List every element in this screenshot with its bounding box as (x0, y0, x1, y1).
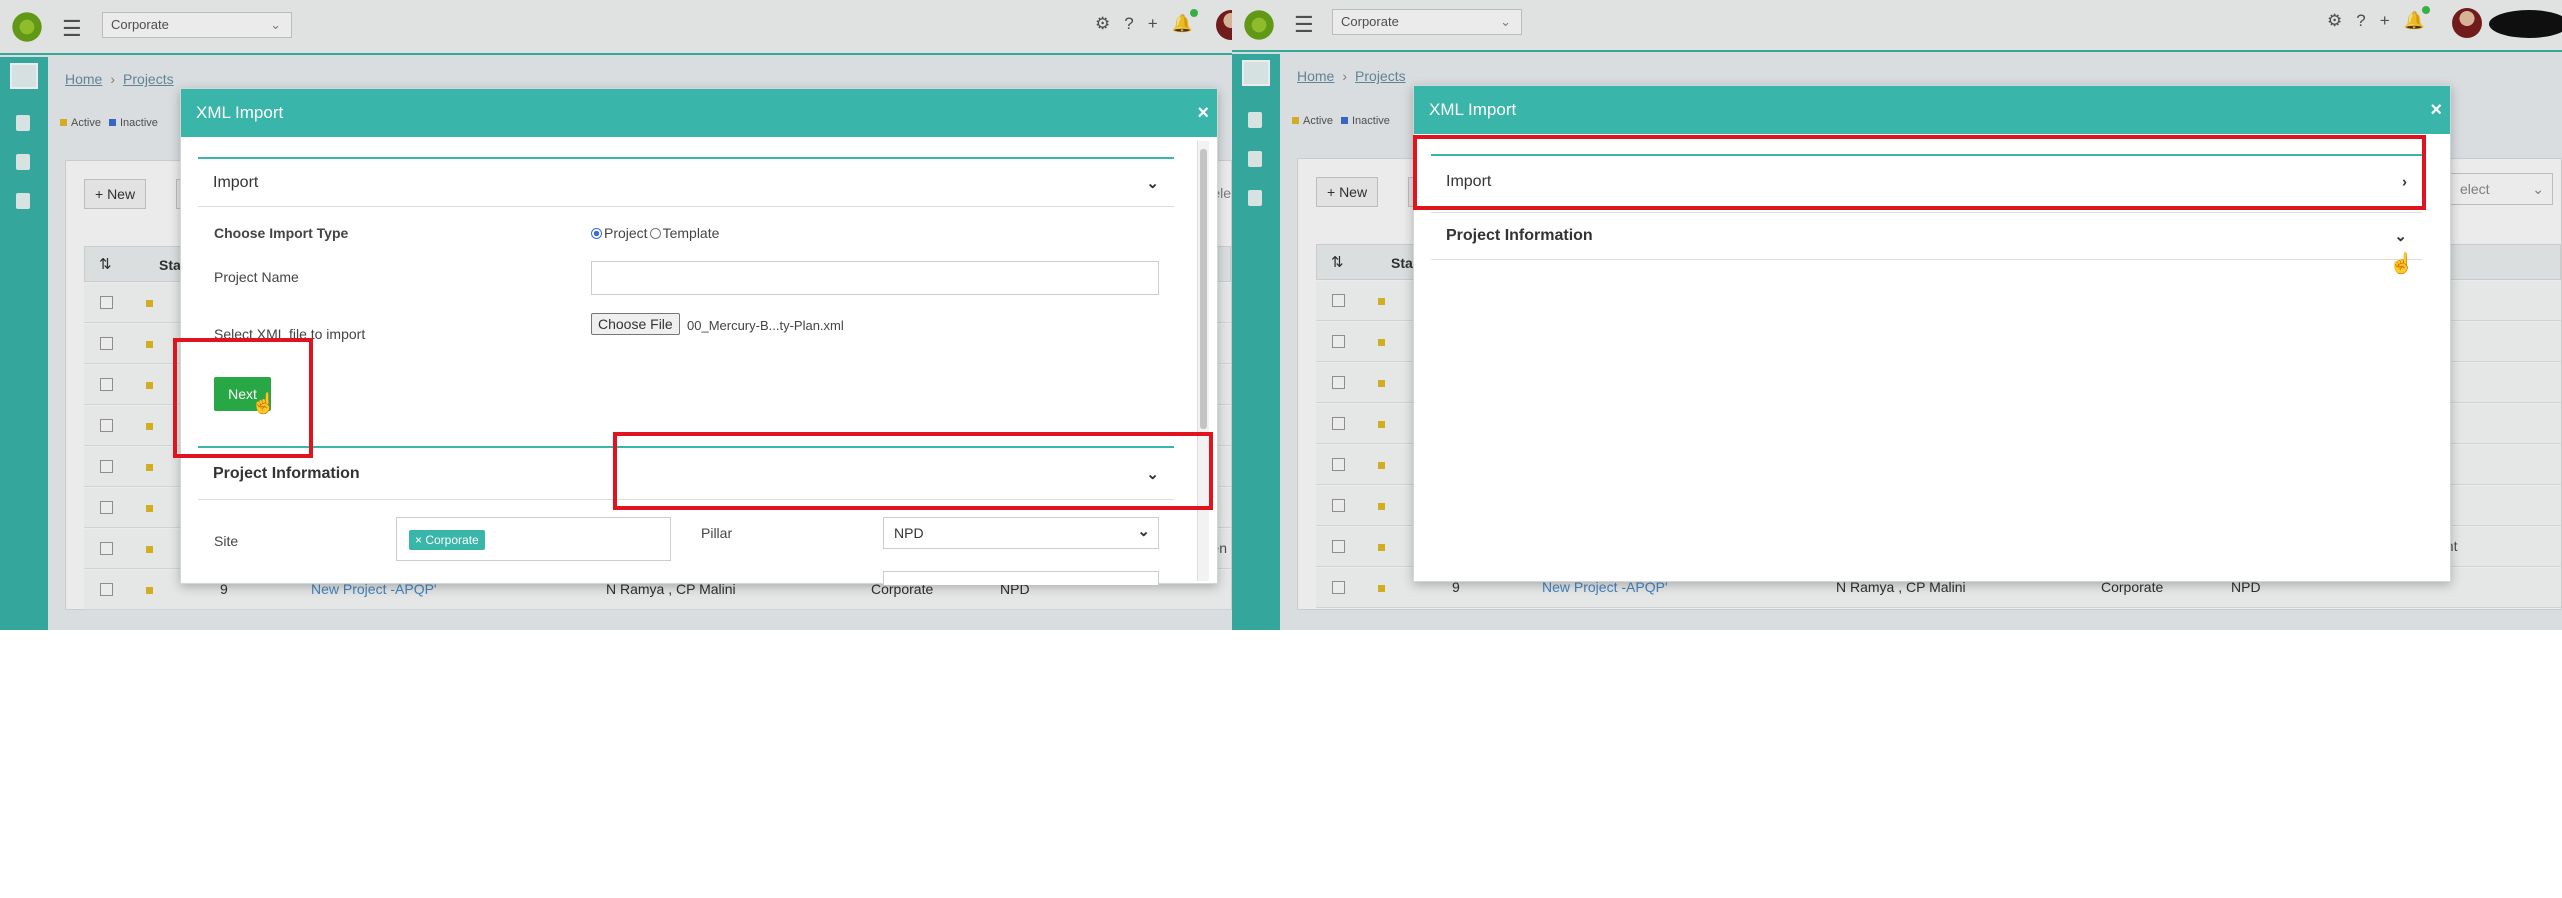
chevron-down-icon: ⌄ (2394, 228, 2407, 245)
radio-template-label: Template (662, 225, 720, 241)
pillar-select[interactable]: NPD ⌄ (883, 517, 1159, 549)
close-icon[interactable]: × (2430, 86, 2442, 134)
selected-file-name: 00_Mercury-B...ty-Plan.xml (687, 318, 844, 333)
radio-project[interactable] (591, 227, 602, 239)
site-multiselect[interactable]: × Corporate (396, 517, 671, 561)
highlight-import-header (1413, 135, 2426, 210)
import-section-header[interactable]: Import ⌄ (198, 157, 1174, 207)
chevron-down-icon: ⌄ (1146, 174, 1159, 192)
radio-project-label: Project (604, 225, 648, 241)
import-section-label: Import (213, 173, 259, 191)
project-information-label: Project Information (213, 464, 360, 482)
highlight-project-info-header (613, 432, 1213, 510)
import-type-radios: Project Template (591, 225, 719, 241)
hand-cursor-icon: ☝ (2389, 253, 2414, 275)
next-field-input[interactable] (883, 571, 1159, 585)
radio-template[interactable] (649, 227, 661, 239)
modal-title: XML Import (181, 89, 1217, 137)
choose-file-button[interactable]: Choose File (591, 313, 680, 335)
project-name-input[interactable] (591, 261, 1159, 295)
chevron-down-icon: ⌄ (1137, 523, 1150, 540)
project-information-label: Project Information (1446, 227, 1593, 244)
scrollbar-thumb[interactable] (1200, 149, 1207, 429)
pillar-label: Pillar (701, 525, 733, 541)
site-tag[interactable]: × Corporate (409, 530, 485, 550)
site-label: Site (214, 533, 239, 549)
right-screenshot: ☰ Corporate ⌄ ⚙ ? + 🔔 Home › Projects Activ… (1232, 0, 2562, 630)
choose-import-type-label: Choose Import Type (214, 225, 349, 241)
modal-scrollbar[interactable] (1197, 141, 1209, 581)
left-screenshot: ☰ Corporate ⌄ ⚙ ? + 🔔 Home › Projects Activ… (0, 0, 1232, 630)
close-icon[interactable]: × (1197, 89, 1209, 137)
pillar-select-value: NPD (894, 525, 924, 541)
highlight-next-button (173, 338, 313, 458)
modal-title: XML Import (1414, 86, 2450, 134)
project-information-section-header[interactable]: Project Information ⌄ (1431, 212, 2422, 260)
project-name-label: Project Name (214, 269, 299, 285)
